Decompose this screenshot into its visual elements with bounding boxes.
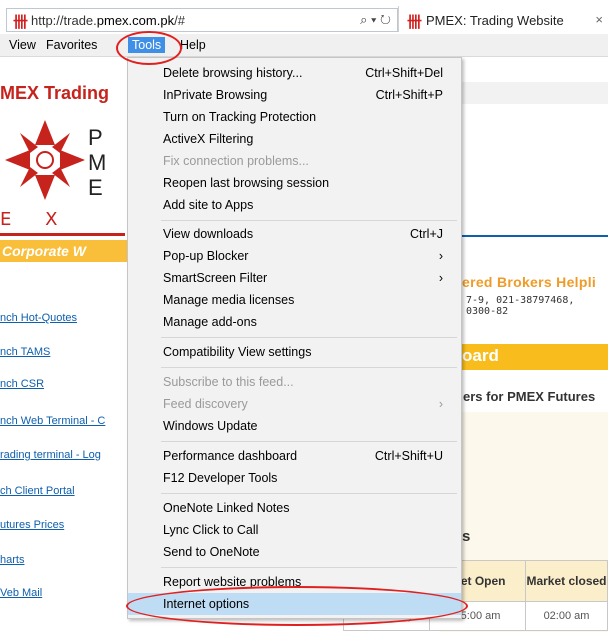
browser-tab[interactable]: 卌 PMEX: Trading Website × xyxy=(398,6,608,32)
menu-separator xyxy=(161,367,457,368)
menu-item-f12-tools[interactable]: F12 Developer Tools xyxy=(163,467,453,489)
link-web-mail[interactable]: Veb Mail xyxy=(0,587,42,599)
menu-item-reopen-session[interactable]: Reopen last browsing session xyxy=(163,172,453,194)
menu-separator xyxy=(161,220,457,221)
menu-item-popup-blocker[interactable]: Pop-up Blocker › xyxy=(163,245,453,267)
brokers-helpline-phones: 7-9, 021-38797468, 0300-82 xyxy=(466,295,575,317)
logo-letters: E X xyxy=(0,209,72,230)
menu-item-add-to-apps[interactable]: Add site to Apps xyxy=(163,194,453,216)
menu-view[interactable]: View xyxy=(9,38,36,52)
menu-item-activex-filtering[interactable]: ActiveX Filtering xyxy=(163,128,453,150)
menu-separator xyxy=(161,567,457,568)
menu-item-tracking-protection[interactable]: Turn on Tracking Protection xyxy=(163,106,453,128)
address-bar[interactable]: 卌 http://trade.pmex.com.pk/# ⌕ ▾ ↻ xyxy=(6,8,398,32)
menu-item-smartscreen[interactable]: SmartScreen Filter › xyxy=(163,267,453,289)
tab-title: PMEX: Trading Website xyxy=(426,13,564,28)
url-text[interactable]: http://trade.pmex.com.pk/# xyxy=(31,13,185,28)
table-cell: 02:00 am xyxy=(525,601,608,631)
browser-toolbar: 卌 http://trade.pmex.com.pk/# ⌕ ▾ ↻ 卌 PME… xyxy=(0,0,608,34)
site-favicon-icon: 卌 xyxy=(13,14,29,31)
corporate-banner[interactable]: Corporate W xyxy=(0,240,127,262)
menu-item-media-licenses[interactable]: Manage media licenses xyxy=(163,289,453,311)
svg-text:M: M xyxy=(88,150,106,175)
menu-separator xyxy=(161,493,457,494)
menu-item-windows-update[interactable]: Windows Update xyxy=(163,415,453,437)
tab-close-icon[interactable]: × xyxy=(595,12,603,27)
menu-item-compatibility-view[interactable]: Compatibility View settings xyxy=(163,341,453,363)
tools-dropdown-menu: Delete browsing history... Ctrl+Shift+Del… xyxy=(127,57,462,619)
svg-text:P: P xyxy=(88,125,103,150)
menu-favorites[interactable]: Favorites xyxy=(46,38,97,52)
link-futures-prices[interactable]: utures Prices xyxy=(0,519,64,531)
menu-item-inprivate[interactable]: InPrivate Browsing Ctrl+Shift+P xyxy=(163,84,453,106)
menu-item-fix-connection: Fix connection problems... xyxy=(163,154,309,168)
menu-help[interactable]: Help xyxy=(180,38,206,52)
menu-item-lync-click-to-call[interactable]: Lync Click to Call xyxy=(163,519,453,541)
site-title: MEX Trading xyxy=(0,83,110,103)
menu-separator xyxy=(161,441,457,442)
link-trading-terminal[interactable]: rading terminal - Log xyxy=(0,449,101,461)
link-charts[interactable]: harts xyxy=(0,554,24,566)
link-hot-quotes[interactable]: nch Hot-Quotes xyxy=(0,312,77,324)
menu-tools[interactable]: Tools xyxy=(128,37,166,53)
menu-bar: View Favorites Tools Help xyxy=(0,34,608,57)
tab-favicon-icon: 卌 xyxy=(407,14,423,31)
menu-item-performance-dashboard[interactable]: Performance dashboard Ctrl+Shift+U xyxy=(163,445,453,467)
futures-heading: ers for PMEX Futures xyxy=(463,389,596,404)
link-client-portal[interactable]: ch Client Portal xyxy=(0,485,75,497)
table-header-closed: Market closed xyxy=(525,560,608,602)
logo-divider xyxy=(0,233,125,236)
menu-separator xyxy=(161,337,457,338)
svg-text:E: E xyxy=(88,175,103,200)
link-web-terminal[interactable]: nch Web Terminal - C xyxy=(0,415,105,427)
chevron-right-icon: › xyxy=(438,249,443,263)
menu-item-manage-addons[interactable]: Manage add-ons xyxy=(163,311,453,333)
menu-item-subscribe-feed: Subscribe to this feed... xyxy=(163,375,294,389)
menu-item-internet-options[interactable]: Internet options xyxy=(128,593,461,615)
blue-divider xyxy=(440,235,608,237)
menu-item-report-problems[interactable]: Report website problems xyxy=(163,571,453,593)
menu-item-onenote-linked-notes[interactable]: OneNote Linked Notes xyxy=(163,497,453,519)
menu-item-send-to-onenote[interactable]: Send to OneNote xyxy=(163,541,453,563)
address-controls[interactable]: ⌕ ▾ ↻ xyxy=(360,12,391,28)
brokers-helpline-title: ered Brokers Helpli xyxy=(462,274,597,290)
menu-item-delete-history[interactable]: Delete browsing history... Ctrl+Shift+Del xyxy=(163,62,453,84)
link-tams[interactable]: nch TAMS xyxy=(0,346,50,358)
section-letter: s xyxy=(462,528,471,545)
board-title: oard xyxy=(462,346,499,365)
link-csr[interactable]: nch CSR xyxy=(0,378,44,390)
menu-item-feed-discovery: Feed discovery › xyxy=(163,393,453,415)
chevron-right-icon: › xyxy=(438,397,443,411)
menu-item-view-downloads[interactable]: View downloads Ctrl+J xyxy=(163,223,453,245)
chevron-right-icon: › xyxy=(438,271,443,285)
